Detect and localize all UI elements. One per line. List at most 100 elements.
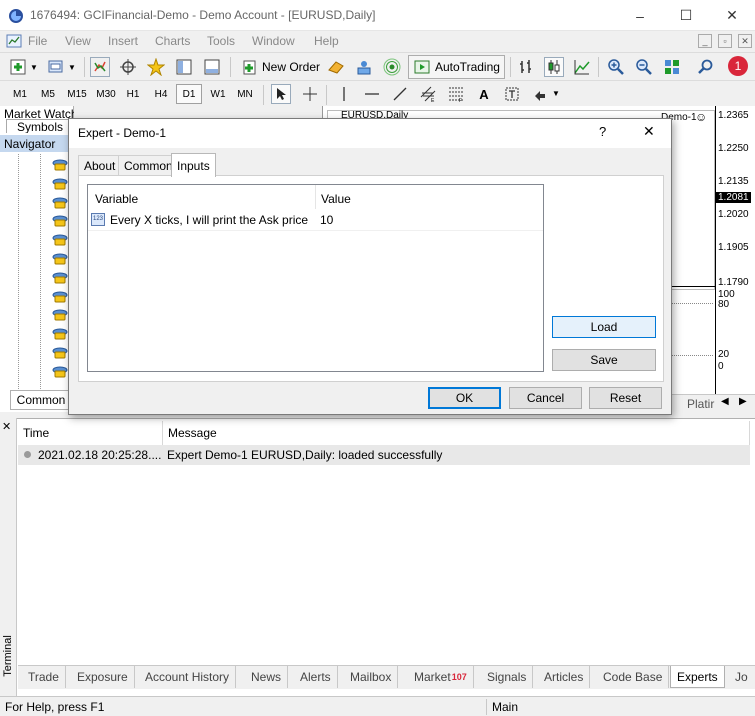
tab-about[interactable]: About bbox=[78, 155, 122, 176]
navigator-expert-item[interactable] bbox=[52, 308, 68, 322]
tab-articles[interactable]: Articles bbox=[538, 666, 591, 688]
column-header-variable[interactable]: Variable bbox=[88, 185, 316, 209]
menu-charts[interactable]: Charts bbox=[155, 34, 190, 48]
timeframe-h4[interactable]: H4 bbox=[148, 84, 174, 104]
new-order-button[interactable]: New Order bbox=[236, 55, 324, 79]
table-row[interactable]: 2021.02.18 20:25:28.... Expert Demo-1 EU… bbox=[18, 445, 750, 465]
tab-market[interactable]: Market 107 bbox=[408, 666, 474, 688]
zoom-in-icon[interactable] bbox=[606, 57, 626, 77]
menu-file[interactable]: File bbox=[28, 34, 47, 48]
terminal-icon[interactable] bbox=[174, 57, 194, 77]
ok-button[interactable]: OK bbox=[428, 387, 501, 409]
market-watch-icon[interactable] bbox=[90, 57, 110, 77]
metaquotes-language-editor-icon[interactable] bbox=[326, 57, 346, 77]
mdi-restore-button[interactable]: ▫ bbox=[718, 34, 732, 48]
timeframe-d1[interactable]: D1 bbox=[176, 84, 202, 104]
tab-common[interactable]: Common bbox=[118, 155, 179, 176]
menu-help[interactable]: Help bbox=[314, 34, 339, 48]
close-window-button[interactable]: ✕ bbox=[709, 0, 755, 31]
text-tool-icon[interactable]: A bbox=[474, 84, 494, 104]
search-icon[interactable] bbox=[696, 57, 716, 77]
timeframe-m5[interactable]: M5 bbox=[35, 84, 61, 104]
equidistant-channel-icon[interactable]: E bbox=[418, 84, 438, 104]
dialog-close-button[interactable]: ✕ bbox=[643, 123, 655, 140]
load-button[interactable]: Load bbox=[552, 316, 656, 338]
strategy-tester-icon[interactable] bbox=[202, 57, 222, 77]
autotrading-button[interactable]: AutoTrading bbox=[408, 55, 505, 79]
market-icon[interactable] bbox=[354, 57, 374, 77]
tab-signals[interactable]: Signals bbox=[481, 666, 534, 688]
tab-exposure[interactable]: Exposure bbox=[71, 666, 135, 688]
chart-tabs-scroll-right-icon[interactable]: ▶ bbox=[739, 396, 747, 407]
minimize-button[interactable]: – bbox=[617, 0, 663, 31]
tab-news[interactable]: News bbox=[245, 666, 289, 688]
tab-experts[interactable]: Experts bbox=[670, 666, 725, 688]
input-row[interactable]: 123 Every X ticks, I will print the Ask … bbox=[88, 209, 543, 231]
data-window-icon[interactable] bbox=[118, 57, 138, 77]
navigator-expert-item[interactable] bbox=[52, 271, 68, 285]
signals-icon[interactable] bbox=[382, 57, 402, 77]
bar-chart-icon[interactable] bbox=[516, 57, 536, 77]
navigator-expert-item[interactable] bbox=[52, 158, 68, 172]
tab-mailbox[interactable]: Mailbox bbox=[344, 666, 399, 688]
notifications-badge[interactable]: 1 bbox=[728, 56, 748, 76]
profiles-icon[interactable] bbox=[46, 57, 66, 77]
chart-tabs-scroll-left-icon[interactable]: ◀ bbox=[721, 396, 729, 407]
navigator-expert-item[interactable] bbox=[52, 177, 68, 191]
dialog-help-button[interactable]: ? bbox=[599, 124, 606, 139]
text-label-icon[interactable] bbox=[502, 84, 522, 104]
column-header-value[interactable]: Value bbox=[316, 185, 544, 209]
vertical-line-icon[interactable] bbox=[334, 84, 354, 104]
menu-tools[interactable]: Tools bbox=[207, 34, 235, 48]
tab-journal-partial[interactable]: Jo bbox=[729, 666, 754, 688]
candlestick-chart-icon[interactable] bbox=[544, 57, 564, 77]
status-profile[interactable]: Main bbox=[492, 700, 518, 714]
zoom-out-icon[interactable] bbox=[634, 57, 654, 77]
new-chart-icon[interactable] bbox=[8, 57, 28, 77]
save-button[interactable]: Save bbox=[552, 349, 656, 371]
timeframe-m15[interactable]: M15 bbox=[63, 84, 91, 104]
navigator-expert-item[interactable] bbox=[52, 290, 68, 304]
terminal-close-icon[interactable]: ✕ bbox=[2, 420, 11, 433]
crosshair-icon[interactable] bbox=[300, 84, 320, 104]
tab-alerts[interactable]: Alerts bbox=[294, 666, 338, 688]
navigator-common-tab[interactable]: Common bbox=[10, 390, 72, 410]
mdi-close-button[interactable]: ✕ bbox=[738, 34, 752, 48]
navigator-icon[interactable] bbox=[146, 57, 166, 77]
tile-windows-icon[interactable] bbox=[662, 57, 682, 77]
reset-button[interactable]: Reset bbox=[589, 387, 662, 409]
menu-window[interactable]: Window bbox=[252, 34, 295, 48]
mdi-minimize-button[interactable]: _ bbox=[698, 34, 712, 48]
trendline-icon[interactable] bbox=[390, 84, 410, 104]
chart-window-icon[interactable] bbox=[6, 33, 22, 49]
fibonacci-icon[interactable]: F bbox=[446, 84, 466, 104]
timeframe-m1[interactable]: M1 bbox=[7, 84, 33, 104]
line-chart-icon[interactable] bbox=[572, 57, 592, 77]
tab-inputs[interactable]: Inputs bbox=[171, 153, 216, 177]
input-value[interactable]: 10 bbox=[320, 213, 333, 227]
tab-trade[interactable]: Trade bbox=[22, 666, 66, 688]
menu-insert[interactable]: Insert bbox=[108, 34, 138, 48]
arrows-icon[interactable] bbox=[530, 84, 550, 104]
tab-account-history[interactable]: Account History bbox=[139, 666, 237, 688]
timeframe-m30[interactable]: M30 bbox=[92, 84, 120, 104]
navigator-expert-item[interactable] bbox=[52, 252, 68, 266]
timeframe-w1[interactable]: W1 bbox=[205, 84, 231, 104]
navigator-expert-item[interactable] bbox=[52, 233, 68, 247]
timeframe-h1[interactable]: H1 bbox=[120, 84, 146, 104]
market-watch-symbols-tab[interactable]: Symbols bbox=[6, 119, 72, 133]
cancel-button[interactable]: Cancel bbox=[509, 387, 582, 409]
column-header-time[interactable]: Time bbox=[18, 421, 163, 445]
navigator-expert-item[interactable] bbox=[52, 196, 68, 210]
column-header-message[interactable]: Message bbox=[163, 421, 750, 445]
timeframe-mn[interactable]: MN bbox=[232, 84, 258, 104]
navigator-expert-item[interactable] bbox=[52, 327, 68, 341]
chart-tab-partial[interactable]: Platir bbox=[687, 397, 714, 411]
menu-view[interactable]: View bbox=[65, 34, 91, 48]
navigator-expert-item[interactable] bbox=[52, 346, 68, 360]
navigator-expert-item[interactable] bbox=[52, 365, 68, 379]
cursor-icon[interactable] bbox=[271, 84, 291, 104]
maximize-button[interactable]: ☐ bbox=[663, 0, 709, 31]
tab-code-base[interactable]: Code Base bbox=[597, 666, 670, 688]
horizontal-line-icon[interactable] bbox=[362, 84, 382, 104]
